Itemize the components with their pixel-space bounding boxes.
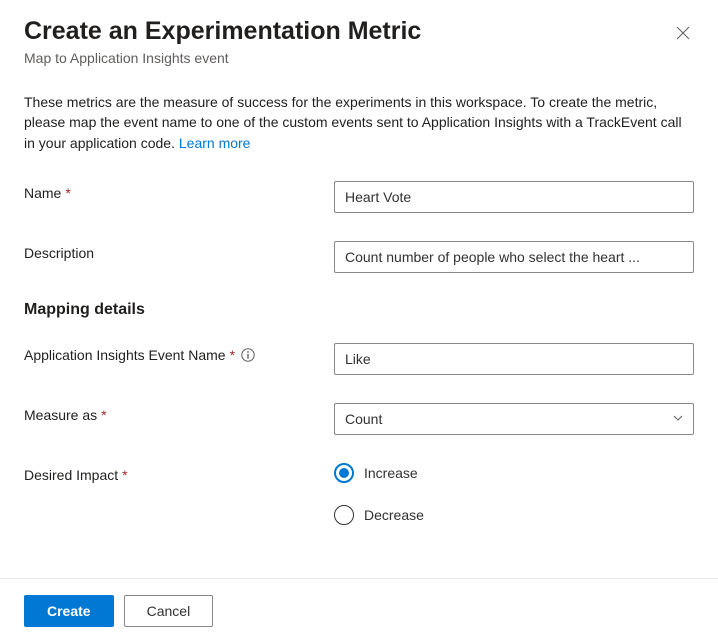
- description-label: Description: [24, 241, 334, 261]
- desired-impact-radiogroup: Increase Decrease: [334, 463, 694, 525]
- radio-increase-label: Increase: [364, 465, 418, 481]
- required-indicator: *: [230, 347, 235, 363]
- page-title: Create an Experimentation Metric: [24, 16, 421, 46]
- cancel-button[interactable]: Cancel: [124, 595, 214, 627]
- name-input[interactable]: [334, 181, 694, 213]
- learn-more-link[interactable]: Learn more: [179, 135, 251, 151]
- close-button[interactable]: [672, 22, 694, 47]
- info-icon[interactable]: [241, 348, 255, 362]
- measure-as-select[interactable]: Count: [334, 403, 694, 435]
- measure-as-label: Measure as*: [24, 403, 334, 423]
- event-name-input[interactable]: [334, 343, 694, 375]
- radio-increase[interactable]: Increase: [334, 463, 694, 483]
- name-label: Name*: [24, 181, 334, 201]
- event-name-label: Application Insights Event Name*: [24, 343, 334, 363]
- dialog-footer: Create Cancel: [0, 578, 718, 643]
- mapping-section-title: Mapping details: [24, 301, 694, 319]
- radio-unchecked-icon: [334, 505, 354, 525]
- radio-decrease[interactable]: Decrease: [334, 505, 694, 525]
- desired-impact-label: Desired Impact*: [24, 463, 334, 483]
- radio-checked-icon: [334, 463, 354, 483]
- description-input[interactable]: [334, 241, 694, 273]
- required-indicator: *: [122, 467, 127, 483]
- intro-text: These metrics are the measure of success…: [24, 92, 694, 153]
- close-icon: [676, 28, 690, 43]
- required-indicator: *: [65, 185, 70, 201]
- required-indicator: *: [101, 407, 106, 423]
- radio-decrease-label: Decrease: [364, 507, 424, 523]
- create-button[interactable]: Create: [24, 595, 114, 627]
- page-subtitle: Map to Application Insights event: [24, 50, 421, 66]
